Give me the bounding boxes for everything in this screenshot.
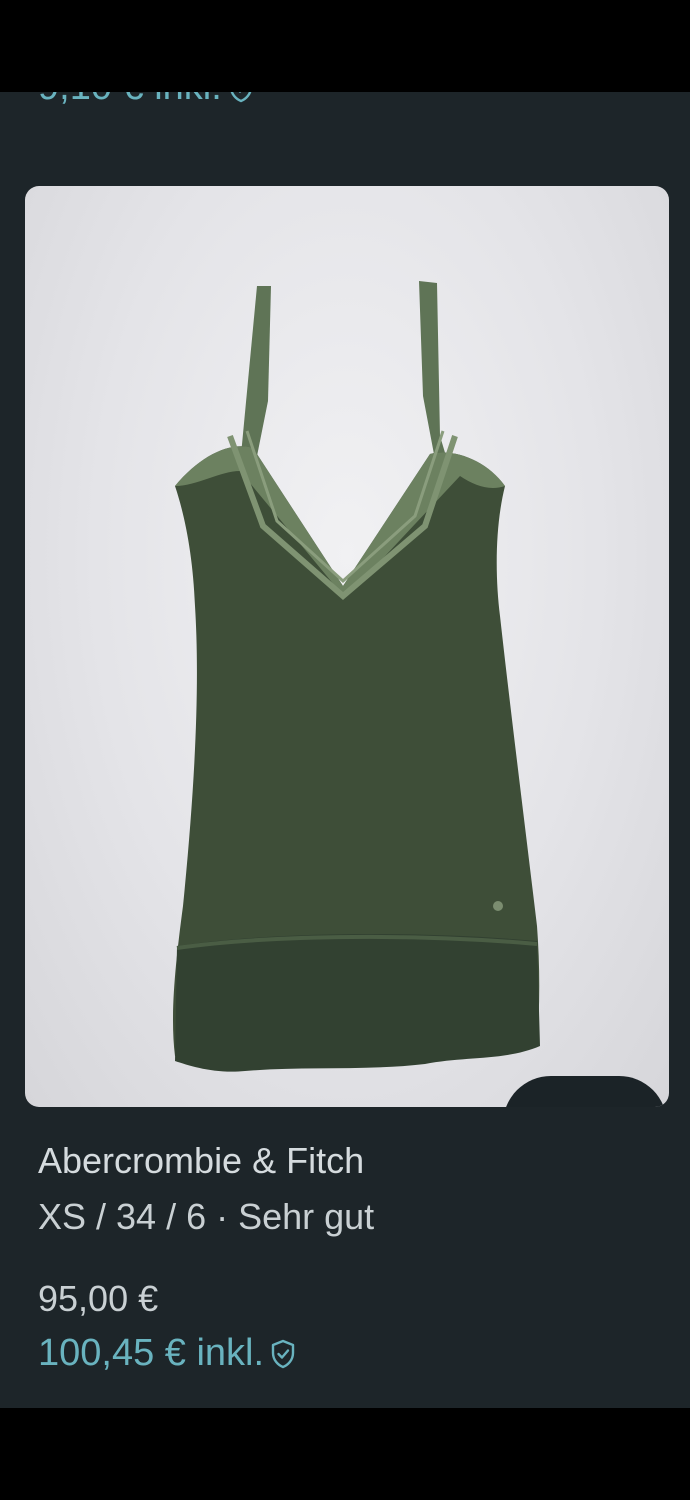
shield-check-icon xyxy=(228,92,254,103)
item-feed[interactable]: 9,10 € inkl. 40 Abercr xyxy=(0,92,690,1408)
item-price-incl-text: 100,45 € inkl. xyxy=(38,1332,265,1374)
item-price-incl[interactable]: 100,45 € inkl. xyxy=(38,1332,296,1375)
lace-cami-dress-image xyxy=(172,281,540,1072)
previous-item-price-incl-text: 9,10 € inkl. xyxy=(38,92,222,109)
navigation-bar xyxy=(0,1408,690,1500)
favorite-count: 40 xyxy=(592,1103,632,1107)
item-price: 95,00 € xyxy=(38,1278,159,1319)
item-photo[interactable]: 40 xyxy=(25,186,669,1107)
item-size-condition: XS / 34 / 6 · Sehr gut xyxy=(38,1196,375,1237)
previous-item-price-incl: 9,10 € inkl. xyxy=(38,92,254,109)
heart-outline-icon xyxy=(538,1106,578,1107)
status-bar xyxy=(0,0,690,92)
shield-check-icon xyxy=(270,1339,296,1369)
item-brand: Abercrombie & Fitch xyxy=(38,1140,365,1181)
